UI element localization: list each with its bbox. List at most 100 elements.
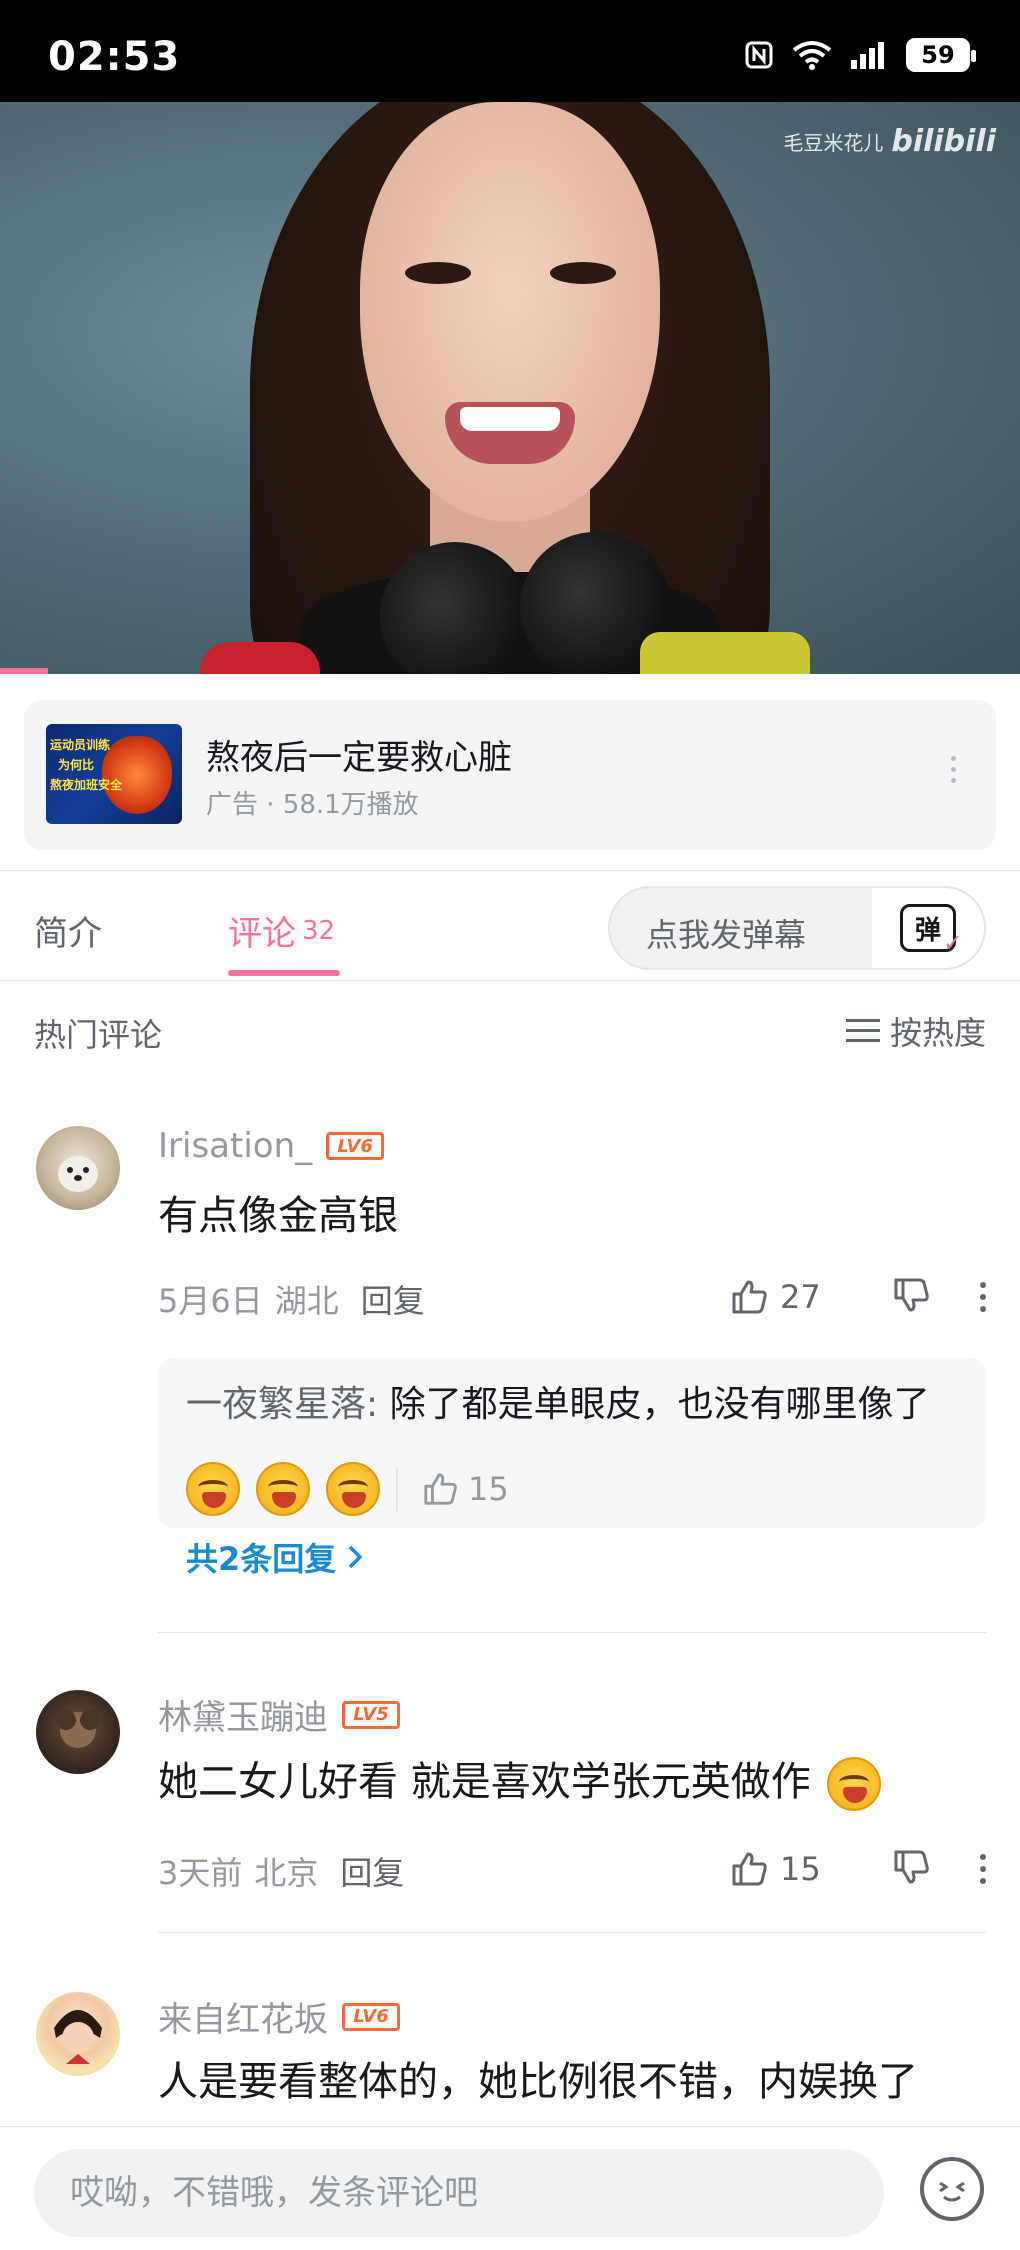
- comment-actions: 15: [730, 1848, 986, 1890]
- laugh-cry-emoji: [186, 1462, 240, 1516]
- sort-button[interactable]: 按热度: [845, 1008, 986, 1054]
- comment-text-body: 她二女儿好看 就是喜欢学张元英做作: [158, 1759, 811, 1805]
- video-frame-mic: [640, 632, 810, 674]
- laugh-cry-emoji: [256, 1462, 310, 1516]
- laugh-cry-emoji: [326, 1462, 380, 1516]
- comment-count: 32: [302, 916, 336, 946]
- more-icon[interactable]: [951, 756, 956, 783]
- username-text: 来自红花坂: [158, 2000, 328, 2040]
- like-count: 15: [780, 1850, 821, 1888]
- nfc-icon: [745, 41, 773, 69]
- comment-text: 她二女儿好看 就是喜欢学张元英做作: [158, 1750, 978, 1814]
- signal-icon: [851, 42, 884, 69]
- reply-text: 一夜繁星落: 除了都是单眼皮，也没有哪里像了: [186, 1372, 976, 1438]
- video-frame-mic: [200, 642, 320, 674]
- avatar[interactable]: [36, 1992, 120, 2076]
- video-player[interactable]: 毛豆米花儿 bilibili: [0, 102, 1020, 674]
- tab-bar: 简介 评论 32 点我发弹幕 弹 ✓: [0, 870, 1020, 980]
- reply-button[interactable]: 回复: [340, 1848, 404, 1894]
- comment-text: 有点像金高银: [158, 1193, 398, 1239]
- tab-comments-label: 评论: [228, 914, 296, 954]
- ad-thumbnail[interactable]: 运动员训练 为何比 熬夜加班安全: [46, 724, 182, 824]
- thumbs-down-icon: [894, 1850, 929, 1884]
- divider: [0, 980, 1020, 981]
- battery-icon: 59: [906, 38, 976, 72]
- reply-like-button[interactable]: 15: [396, 1467, 509, 1511]
- comment-username[interactable]: 林黛玉蹦迪 LV5: [158, 1690, 400, 1739]
- dislike-button[interactable]: [892, 1276, 930, 1318]
- comment-item: 林黛玉蹦迪 LV5 她二女儿好看 就是喜欢学张元英做作 3天前 北京 回复 15: [0, 1684, 1020, 1924]
- laugh-cry-emoji: [827, 1757, 882, 1811]
- video-frame-eye: [550, 262, 616, 284]
- sort-label: 按热度: [889, 1014, 986, 1052]
- sort-icon: [845, 1019, 880, 1042]
- tab-intro[interactable]: 简介: [34, 906, 102, 955]
- danmaku-input[interactable]: 点我发弹幕 弹 ✓: [608, 886, 986, 970]
- avatar[interactable]: [36, 1126, 120, 1210]
- hot-comments-label: 热门评论: [34, 1016, 163, 1054]
- more-icon[interactable]: [980, 1282, 986, 1312]
- like-count: 27: [780, 1278, 821, 1316]
- like-button[interactable]: 15: [730, 1850, 840, 1888]
- heart-graphic: [102, 736, 172, 814]
- comment-text: 人是要看整体的，她比例很不错，内娱换了: [158, 2059, 918, 2105]
- divider: [158, 1632, 986, 1633]
- comment-date: 3天前: [158, 1854, 243, 1892]
- comment-username[interactable]: Irisation_ LV6: [158, 1126, 385, 1166]
- tab-indicator: [228, 970, 340, 976]
- reply-emoji-row: 15: [186, 1462, 509, 1516]
- comment-actions: 27: [730, 1276, 986, 1318]
- thumbs-up-icon: [424, 1473, 457, 1505]
- chevron-right-icon: [349, 1545, 363, 1569]
- divider: [158, 1932, 986, 1933]
- wifi-icon: [792, 41, 832, 70]
- reply-button[interactable]: 回复: [361, 1276, 425, 1322]
- level-badge: LV5: [342, 1700, 400, 1729]
- comment-item: 来自红花坂 LV6 人是要看整体的，她比例很不错，内娱换了: [0, 1986, 1020, 2126]
- view-replies-label: 共2条回复: [186, 1540, 337, 1578]
- comment-username[interactable]: 来自红花坂 LV6: [158, 1992, 400, 2041]
- video-frame-eye: [405, 262, 471, 284]
- thumb-text: 为何比: [58, 758, 95, 772]
- video-watermark: 毛豆米花儿 bilibili: [783, 124, 996, 159]
- thumbs-down-icon: [894, 1278, 929, 1312]
- comment-meta: 3天前 北京 回复: [158, 1848, 404, 1894]
- ad-meta: 广告 · 58.1万播放: [206, 790, 419, 820]
- watermark-user: 毛豆米花儿: [783, 131, 884, 155]
- comment-item: Irisation_ LV6 有点像金高银 5月6日 湖北 回复 27 一夜繁星…: [0, 1120, 1020, 1640]
- comment-location: 北京: [254, 1854, 319, 1892]
- video-progress-bar[interactable]: [0, 668, 48, 674]
- danmaku-toggle-button[interactable]: 弹 ✓: [872, 888, 984, 968]
- comment-date: 5月6日: [158, 1282, 263, 1320]
- level-badge: LV6: [326, 1132, 385, 1160]
- status-time: 02:53: [48, 34, 181, 80]
- ad-title[interactable]: 熬夜后一定要救心脏: [206, 730, 512, 779]
- danmaku-icon-label: 弹: [914, 915, 941, 946]
- reply-like-count: 15: [468, 1470, 509, 1508]
- thumb-text: 熬夜加班安全: [50, 778, 123, 792]
- view-replies-link[interactable]: 共2条回复: [186, 1534, 364, 1580]
- comment-meta: 5月6日 湖北 回复: [158, 1276, 425, 1322]
- username-text: Irisation_: [158, 1126, 313, 1166]
- emoji-icon[interactable]: [920, 2157, 984, 2221]
- comment-input[interactable]: 哎呦，不错哦，发条评论吧: [34, 2149, 884, 2237]
- thumb-text: 运动员训练: [50, 738, 111, 752]
- like-button[interactable]: 27: [730, 1278, 840, 1316]
- video-frame-teeth: [460, 407, 560, 431]
- more-icon[interactable]: [980, 1854, 986, 1884]
- reply-username[interactable]: 一夜繁星落:: [186, 1384, 378, 1425]
- comment-input-bar: 哎呦，不错哦，发条评论吧: [0, 2126, 1020, 2250]
- reply-content: 除了都是单眼皮，也没有哪里像了: [378, 1384, 930, 1425]
- tab-comments[interactable]: 评论 32: [228, 906, 335, 955]
- thumbs-up-icon: [732, 1280, 767, 1314]
- danmaku-icon: 弹 ✓: [900, 904, 963, 957]
- avatar[interactable]: [36, 1690, 120, 1774]
- status-bar: 02:53 59: [0, 0, 1020, 102]
- username-text: 林黛玉蹦迪: [158, 1698, 328, 1738]
- comment-location: 湖北: [274, 1282, 339, 1320]
- dislike-button[interactable]: [892, 1848, 930, 1890]
- status-icons: 59: [744, 38, 976, 72]
- level-badge: LV6: [342, 2002, 400, 2031]
- danmaku-placeholder: 点我发弹幕: [646, 916, 807, 954]
- ad-card[interactable]: 运动员训练 为何比 熬夜加班安全 熬夜后一定要救心脏 广告 · 58.1万播放: [24, 700, 996, 850]
